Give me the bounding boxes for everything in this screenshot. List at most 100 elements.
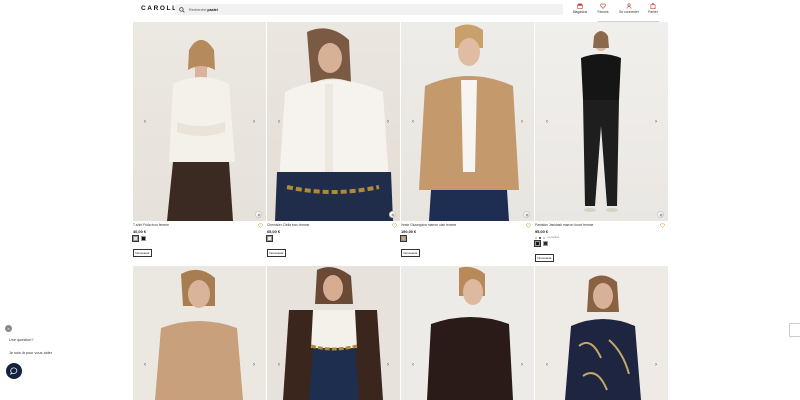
product-price: 65,00 € bbox=[267, 229, 280, 234]
product-price: 40,00 € bbox=[133, 229, 146, 234]
color-swatch[interactable] bbox=[131, 234, 140, 243]
color-swatch[interactable] bbox=[543, 241, 548, 246]
store-icon bbox=[577, 3, 583, 9]
nav-favorites-label: Favoris bbox=[597, 10, 609, 14]
next-image-arrow-icon[interactable]: › bbox=[521, 119, 523, 125]
prev-image-arrow-icon[interactable]: ‹ bbox=[278, 362, 280, 368]
next-image-arrow-icon[interactable]: › bbox=[521, 362, 523, 368]
product-image[interactable]: ‹ › bbox=[401, 22, 534, 221]
color-dots: +1 couleur bbox=[535, 236, 668, 239]
model-photo bbox=[581, 31, 621, 212]
favorite-heart-icon[interactable] bbox=[258, 223, 263, 228]
product-title-row: Chemisier Clélia écru femme bbox=[267, 223, 400, 229]
product-card[interactable]: ‹ › bbox=[267, 266, 400, 400]
nav-favorites-button[interactable]: Favoris bbox=[591, 3, 615, 14]
model-photo bbox=[283, 267, 383, 400]
bag-icon bbox=[650, 3, 656, 9]
new-badge: Nouveauté bbox=[401, 249, 420, 257]
plus-icon bbox=[658, 212, 663, 217]
prev-image-arrow-icon[interactable]: ‹ bbox=[412, 362, 414, 368]
heart-icon bbox=[600, 3, 606, 9]
color-swatches bbox=[265, 234, 400, 243]
nav-stores-label: Magasins bbox=[572, 10, 588, 14]
product-card[interactable]: ‹ › Pantalon Jaeldask marron foncé femme… bbox=[533, 22, 668, 264]
search-query: pastel bbox=[207, 7, 218, 12]
favorite-heart-icon[interactable] bbox=[660, 223, 665, 228]
prev-image-arrow-icon[interactable]: ‹ bbox=[278, 119, 280, 125]
quick-add-button[interactable] bbox=[389, 211, 396, 218]
nav-stores-button[interactable]: Magasins bbox=[568, 3, 592, 14]
color-swatch[interactable] bbox=[265, 234, 274, 243]
product-card[interactable]: ‹ › Veste Giuseppina marron clair femme … bbox=[399, 22, 534, 259]
model-photo bbox=[275, 28, 393, 221]
model-photo bbox=[419, 24, 519, 221]
search-input[interactable]: Recherche pastel bbox=[175, 4, 563, 15]
product-image[interactable]: ‹ › bbox=[401, 266, 534, 400]
color-swatches bbox=[399, 234, 534, 243]
next-image-arrow-icon[interactable]: › bbox=[253, 119, 255, 125]
prev-image-arrow-icon[interactable]: ‹ bbox=[546, 119, 548, 125]
prev-image-arrow-icon[interactable]: ‹ bbox=[144, 119, 146, 125]
next-image-arrow-icon[interactable]: › bbox=[387, 119, 389, 125]
close-icon: × bbox=[7, 326, 10, 331]
product-image[interactable]: ‹ › bbox=[133, 266, 266, 400]
next-image-arrow-icon[interactable]: › bbox=[655, 362, 657, 368]
favorite-heart-icon[interactable] bbox=[392, 223, 397, 228]
new-badge: Nouveauté bbox=[267, 249, 286, 257]
side-feedback-tab[interactable] bbox=[789, 323, 800, 337]
plus-icon bbox=[390, 212, 395, 217]
new-badge: Nouveauté bbox=[535, 254, 554, 262]
quick-add-button[interactable] bbox=[255, 211, 262, 218]
product-image[interactable]: ‹ › bbox=[267, 266, 400, 400]
product-image[interactable]: ‹ › bbox=[535, 266, 668, 400]
quick-add-button[interactable] bbox=[523, 211, 530, 218]
product-title[interactable]: Pantalon Jaeldask marron foncé femme bbox=[535, 223, 668, 227]
favorite-heart-icon[interactable] bbox=[526, 223, 531, 228]
more-colors-label: +1 couleur bbox=[547, 236, 560, 239]
next-image-arrow-icon[interactable]: › bbox=[655, 119, 657, 125]
chat-bubble-icon bbox=[10, 367, 18, 375]
prev-image-arrow-icon[interactable]: ‹ bbox=[546, 362, 548, 368]
product-title[interactable]: Veste Giuseppina marron clair femme bbox=[401, 223, 534, 227]
nav-cart-button[interactable]: Panier bbox=[641, 3, 665, 14]
product-title-row: T-shirt Frida écru femme bbox=[133, 223, 266, 229]
product-card[interactable]: ‹ › Chemisier Clélia écru femme 65,00 € … bbox=[265, 22, 400, 259]
search-prefix: Recherche bbox=[189, 7, 207, 12]
model-photo bbox=[565, 275, 641, 400]
chat-help-text: Je suis là pour vous aider bbox=[9, 351, 53, 355]
color-dot bbox=[539, 236, 541, 239]
next-image-arrow-icon[interactable]: › bbox=[387, 362, 389, 368]
nav-login-label: Se connecter bbox=[619, 10, 639, 14]
plus-icon bbox=[524, 212, 529, 217]
product-title-row: Veste Giuseppina marron clair femme bbox=[401, 223, 534, 229]
product-image[interactable]: ‹ › bbox=[267, 22, 400, 221]
prev-image-arrow-icon[interactable]: ‹ bbox=[144, 362, 146, 368]
prev-image-arrow-icon[interactable]: ‹ bbox=[412, 119, 414, 125]
quick-add-button[interactable] bbox=[657, 211, 664, 218]
color-swatch[interactable] bbox=[533, 239, 542, 248]
product-title-row: Pantalon Jaeldask marron foncé femme bbox=[535, 223, 668, 229]
chat-question-text: Une question? bbox=[9, 338, 34, 342]
plus-icon bbox=[256, 212, 261, 217]
product-card[interactable]: ‹ › bbox=[401, 266, 534, 400]
site-header: CAROLL Recherche pastel Magasins Favoris… bbox=[0, 0, 800, 20]
user-icon bbox=[626, 3, 632, 9]
chat-close-button[interactable]: × bbox=[5, 325, 12, 332]
product-image[interactable]: ‹ › bbox=[535, 22, 668, 221]
brand-logo[interactable]: CAROLL bbox=[141, 5, 178, 12]
model-photo bbox=[167, 40, 235, 221]
product-card[interactable]: ‹ › T-shirt Frida écru femme 40,00 € Nou… bbox=[131, 22, 266, 259]
product-image[interactable]: ‹ › bbox=[133, 22, 266, 221]
color-swatch[interactable] bbox=[399, 234, 408, 243]
search-text: Recherche pastel bbox=[189, 8, 218, 12]
product-card[interactable]: ‹ › bbox=[133, 266, 266, 400]
chat-open-button[interactable] bbox=[6, 363, 22, 379]
product-title[interactable]: T-shirt Frida écru femme bbox=[133, 223, 266, 227]
model-photo bbox=[427, 266, 513, 400]
product-title[interactable]: Chemisier Clélia écru femme bbox=[267, 223, 400, 227]
next-image-arrow-icon[interactable]: › bbox=[253, 362, 255, 368]
product-card[interactable]: ‹ › bbox=[535, 266, 668, 400]
color-dot bbox=[543, 236, 545, 239]
color-swatch[interactable] bbox=[141, 236, 146, 241]
nav-login-button[interactable]: Se connecter bbox=[616, 3, 642, 14]
